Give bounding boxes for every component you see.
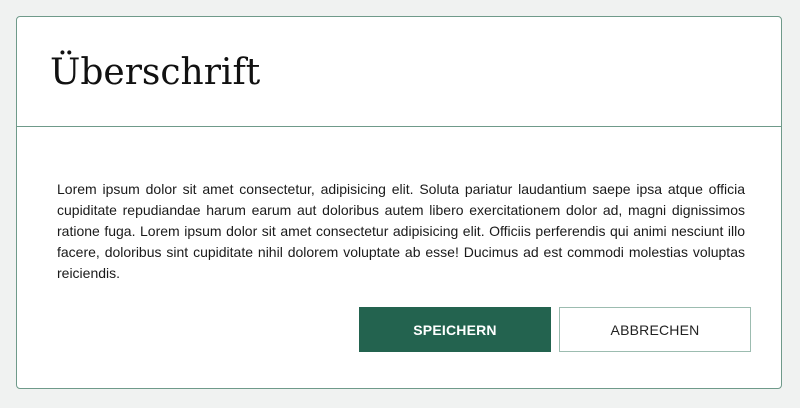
dialog-header: Überschrift	[17, 17, 781, 127]
dialog-title: Überschrift	[50, 52, 261, 93]
dialog: Überschrift Lorem ipsum dolor sit amet c…	[16, 16, 782, 389]
save-button[interactable]: SPEICHERN	[359, 307, 551, 352]
dialog-body-text: Lorem ipsum dolor sit amet consectetur, …	[57, 181, 745, 281]
cancel-button[interactable]: ABBRECHEN	[559, 307, 751, 352]
